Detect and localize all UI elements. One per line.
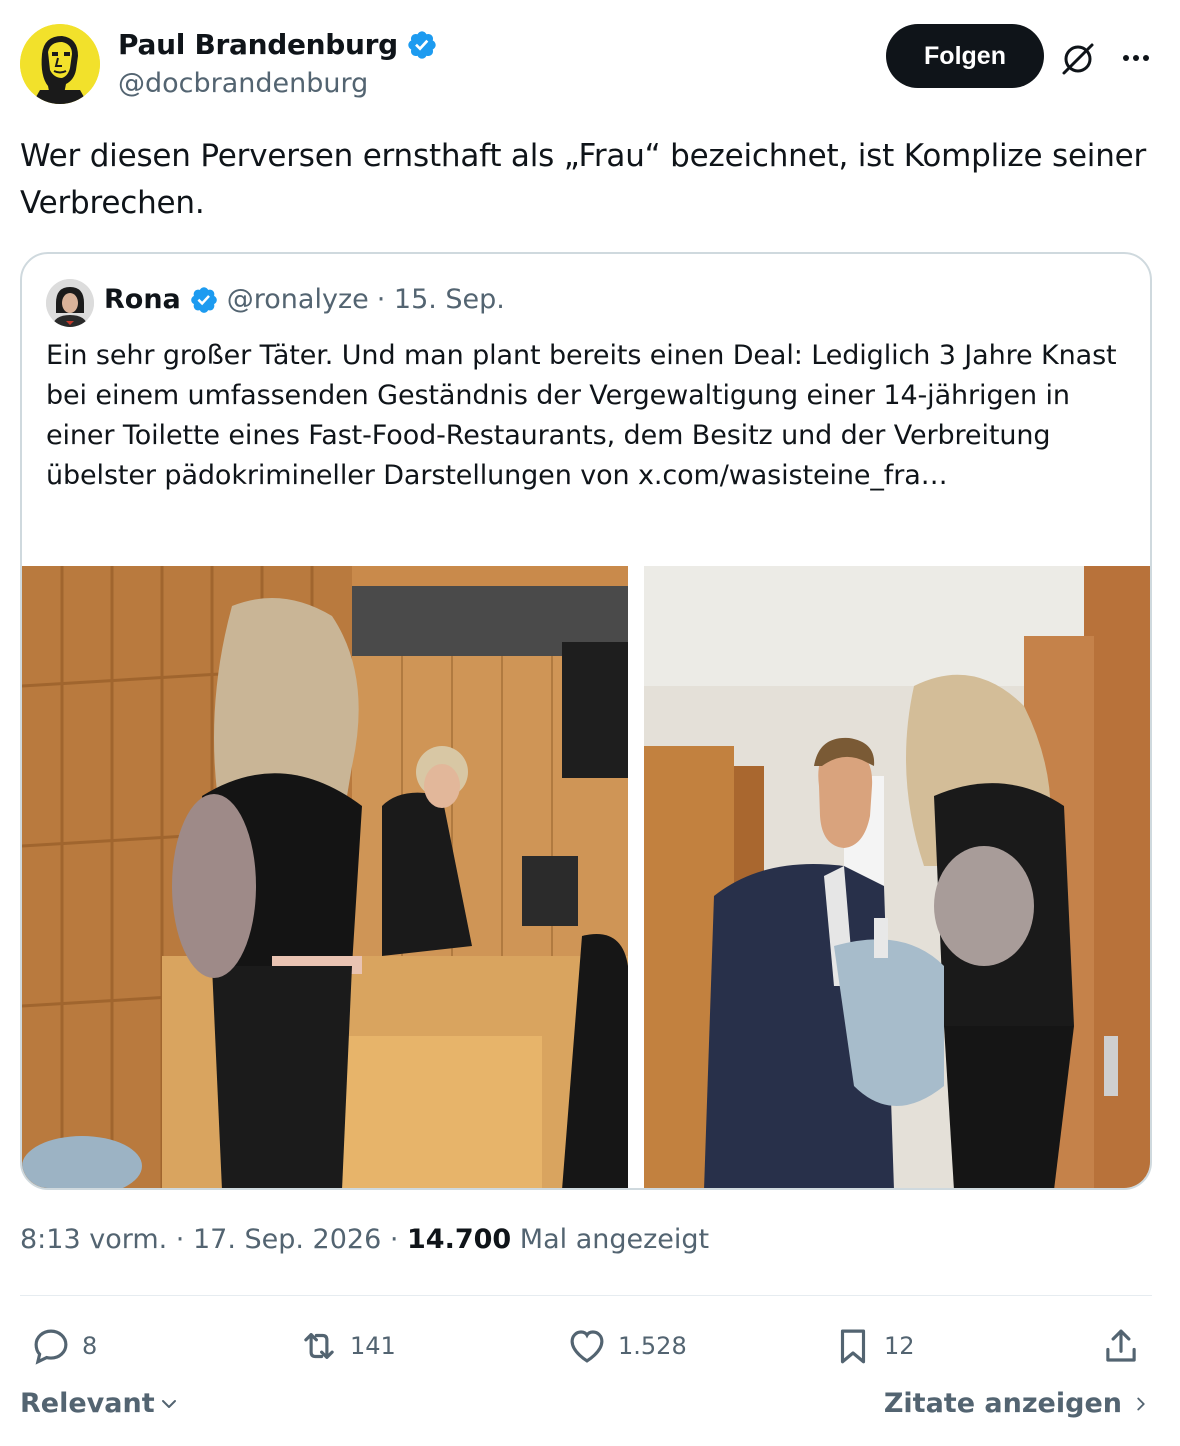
bookmark-count: 12 xyxy=(884,1332,915,1360)
reply-count: 8 xyxy=(82,1332,98,1360)
bookmark-icon xyxy=(840,1329,866,1364)
share-button[interactable] xyxy=(1100,1320,1142,1372)
chevron-right-icon xyxy=(1137,1397,1145,1410)
repost-count: 141 xyxy=(350,1332,396,1360)
share-icon xyxy=(1106,1329,1136,1362)
author-avatar[interactable] xyxy=(20,24,100,104)
quote-text: Ein sehr großer Täter. Und man plant ber… xyxy=(46,336,1126,496)
view-quotes-link[interactable]: Zitate anzeigen xyxy=(884,1388,1152,1419)
quote-header: Rona @ronalyze · 15. Sep. xyxy=(104,284,505,315)
tweet-header: Paul Brandenburg @docbrandenburg Folgen xyxy=(20,24,1160,104)
quote-author-avatar[interactable] xyxy=(46,279,94,327)
quote-avatar-portrait xyxy=(46,279,94,327)
view-count-label: Mal angezeigt xyxy=(511,1224,710,1255)
tweet-meta: 8:13 vorm. · 17. Sep. 2026 · 14.700 Mal … xyxy=(20,1224,709,1255)
sort-dropdown[interactable]: Relevant xyxy=(20,1388,181,1419)
courtroom-photo-image xyxy=(22,566,628,1188)
quote-link[interactable]: x.com/wasisteine_fra… xyxy=(638,460,948,491)
chevron-down-icon xyxy=(161,1399,176,1408)
author-handle[interactable]: @docbrandenburg xyxy=(118,68,368,99)
divider xyxy=(20,1295,1152,1296)
quote-date[interactable]: · 15. Sep. xyxy=(377,284,505,315)
verified-badge-icon xyxy=(408,30,436,59)
avatar-caricature xyxy=(20,24,100,104)
reply-icon xyxy=(34,1329,68,1365)
hallway-photo-image xyxy=(644,566,1150,1188)
verified-badge-icon xyxy=(190,286,217,313)
heart-icon xyxy=(570,1330,604,1363)
photo-hallway[interactable] xyxy=(644,566,1150,1188)
author-name-row: Paul Brandenburg xyxy=(118,28,438,61)
quote-author-name[interactable]: Rona xyxy=(104,284,181,315)
follow-button[interactable]: Folgen xyxy=(886,24,1044,88)
repost-icon xyxy=(304,1333,334,1359)
repost-button[interactable]: 141 xyxy=(298,1320,396,1372)
grok-icon[interactable] xyxy=(1058,38,1098,78)
view-count: 14.700 xyxy=(407,1224,512,1255)
author-name[interactable]: Paul Brandenburg xyxy=(118,28,398,61)
action-bar: 8 141 1.528 12 xyxy=(20,1320,1152,1372)
quote-author-handle[interactable]: @ronalyze xyxy=(227,284,369,315)
quoted-tweet[interactable]: Rona @ronalyze · 15. Sep. Ein sehr große… xyxy=(20,252,1152,1190)
replies-controls: Relevant Zitate anzeigen xyxy=(20,1388,1152,1428)
tweet-text: Wer diesen Perversen ernsthaft als „Frau… xyxy=(20,138,1147,221)
bookmark-button[interactable]: 12 xyxy=(832,1320,915,1372)
like-count: 1.528 xyxy=(618,1332,687,1360)
like-button[interactable]: 1.528 xyxy=(566,1320,687,1372)
reply-button[interactable]: 8 xyxy=(30,1320,97,1372)
sort-label: Relevant xyxy=(20,1388,155,1419)
quote-body: Ein sehr großer Täter. Und man plant ber… xyxy=(46,340,1117,491)
more-icon[interactable] xyxy=(1116,38,1156,78)
tweet-timestamp[interactable]: 8:13 vorm. · 17. Sep. 2026 · xyxy=(20,1224,407,1255)
quotes-label: Zitate anzeigen xyxy=(883,1388,1122,1419)
photo-courtroom[interactable] xyxy=(22,566,628,1188)
